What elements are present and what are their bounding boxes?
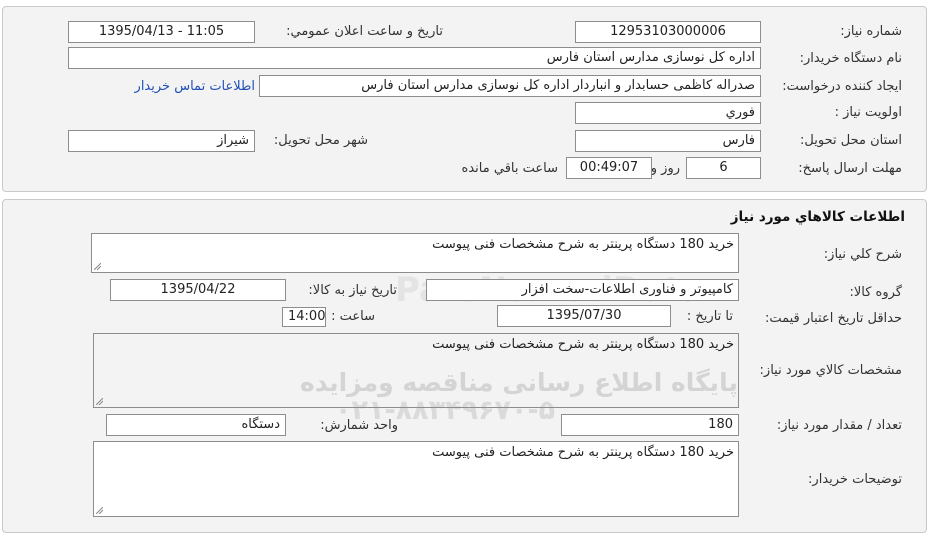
- time-field[interactable]: 14:00: [282, 307, 326, 327]
- general-desc-label: شرح کلي نياز:: [823, 247, 902, 262]
- goods-section-title: اطلاعات کالاهاي مورد نياز: [730, 209, 905, 225]
- buyer-notes-textarea[interactable]: خرید 180 دستگاه پرینتر به شرح مشخصات فنی…: [93, 441, 739, 517]
- specs-text: خرید 180 دستگاه پرینتر به شرح مشخصات فنی…: [432, 337, 734, 352]
- need-date-label: تاريخ نياز به کالا:: [308, 283, 397, 298]
- resize-grip-icon[interactable]: [94, 263, 101, 270]
- buyer-notes-label: توضيحات خريدار:: [808, 472, 902, 487]
- buyer-notes-text: خرید 180 دستگاه پرینتر به شرح مشخصات فنی…: [432, 445, 734, 460]
- unit-field[interactable]: دستگاه: [106, 414, 286, 436]
- buyer-contact-link[interactable]: اطلاعات تماس خريدار: [135, 79, 255, 94]
- quantity-field[interactable]: 180: [561, 414, 739, 436]
- specs-label: مشخصات کالاي مورد نياز:: [759, 363, 902, 378]
- quantity-label: تعداد / مقدار مورد نياز:: [776, 418, 902, 433]
- need-date-field[interactable]: 1395/04/22: [110, 279, 286, 301]
- remaining-label: ساعت باقي مانده: [461, 161, 558, 176]
- time-label: ساعت :: [331, 309, 375, 324]
- resize-grip-icon[interactable]: [96, 398, 103, 405]
- province-field[interactable]: فارس: [575, 130, 761, 152]
- deadline-time-field[interactable]: 00:49:07: [566, 157, 652, 179]
- price-validity-label: حداقل تاريخ اعتبار قيمت:: [764, 311, 902, 326]
- general-desc-text: خرید 180 دستگاه پرینتر به شرح مشخصات فنی…: [432, 237, 734, 252]
- unit-label: واحد شمارش:: [320, 418, 398, 433]
- need-number-label: شماره نياز:: [840, 24, 902, 39]
- general-desc-textarea[interactable]: خرید 180 دستگاه پرینتر به شرح مشخصات فنی…: [91, 233, 739, 273]
- requester-label: ايجاد کننده درخواست:: [782, 79, 902, 94]
- resize-grip-icon[interactable]: [96, 507, 103, 514]
- until-date-label: تا تاريخ :: [686, 309, 733, 324]
- priority-field[interactable]: فوري: [575, 102, 761, 124]
- buyer-org-label: نام دستگاه خريدار:: [799, 51, 902, 66]
- need-number-field[interactable]: 12953103000006: [575, 21, 761, 43]
- city-field[interactable]: شيراز: [68, 130, 255, 152]
- buyer-org-field[interactable]: اداره کل نوسازی مدارس استان فارس: [68, 47, 761, 69]
- days-and-label: روز و: [650, 161, 680, 176]
- priority-label: اولويت نياز :: [834, 105, 902, 120]
- requester-field[interactable]: صدراله کاظمی حسابدار و انباردار اداره کل…: [259, 75, 761, 97]
- deadline-days-field[interactable]: 6: [686, 157, 761, 179]
- announce-datetime-field[interactable]: 1395/04/13 - 11:05: [68, 21, 255, 43]
- province-label: استان محل تحويل:: [800, 133, 902, 148]
- specs-textarea[interactable]: خرید 180 دستگاه پرینتر به شرح مشخصات فنی…: [93, 333, 739, 408]
- until-date-field[interactable]: 1395/07/30: [497, 305, 671, 327]
- announce-datetime-label: تاريخ و ساعت اعلان عمومي:: [286, 24, 443, 39]
- goods-group-label: گروه کالا:: [849, 285, 902, 300]
- city-label: شهر محل تحويل:: [273, 133, 368, 148]
- goods-group-field[interactable]: کامپیوتر و فناوری اطلاعات-سخت افزار: [426, 279, 739, 301]
- deadline-label: مهلت ارسال پاسخ:: [798, 161, 902, 176]
